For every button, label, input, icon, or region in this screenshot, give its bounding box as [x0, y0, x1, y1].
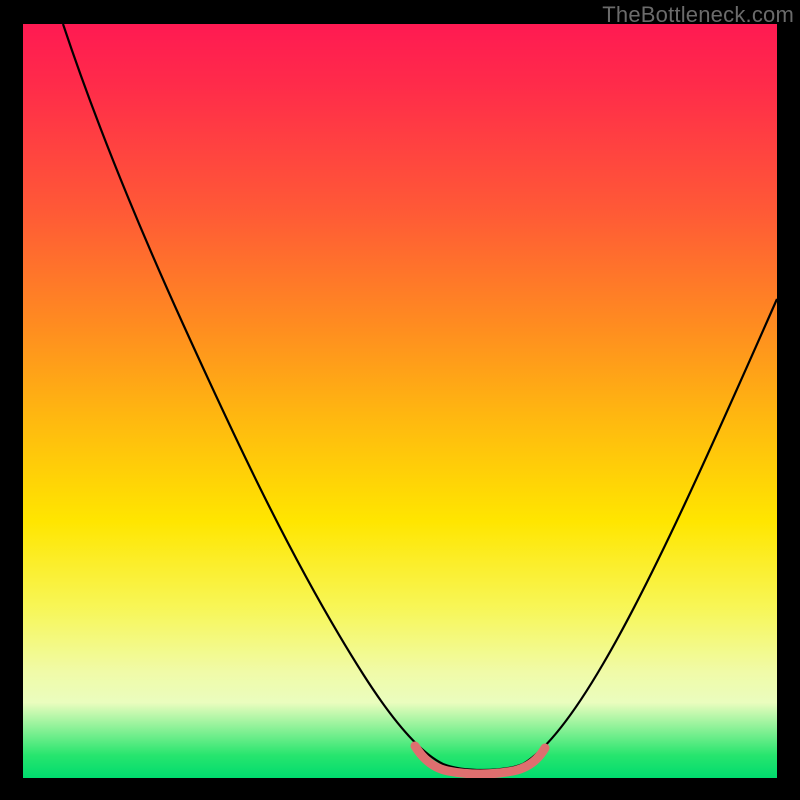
bottleneck-curve-path [63, 24, 777, 770]
watermark-text: TheBottleneck.com [602, 2, 794, 28]
chart-frame [23, 24, 777, 778]
bottleneck-curve-svg [23, 24, 777, 778]
